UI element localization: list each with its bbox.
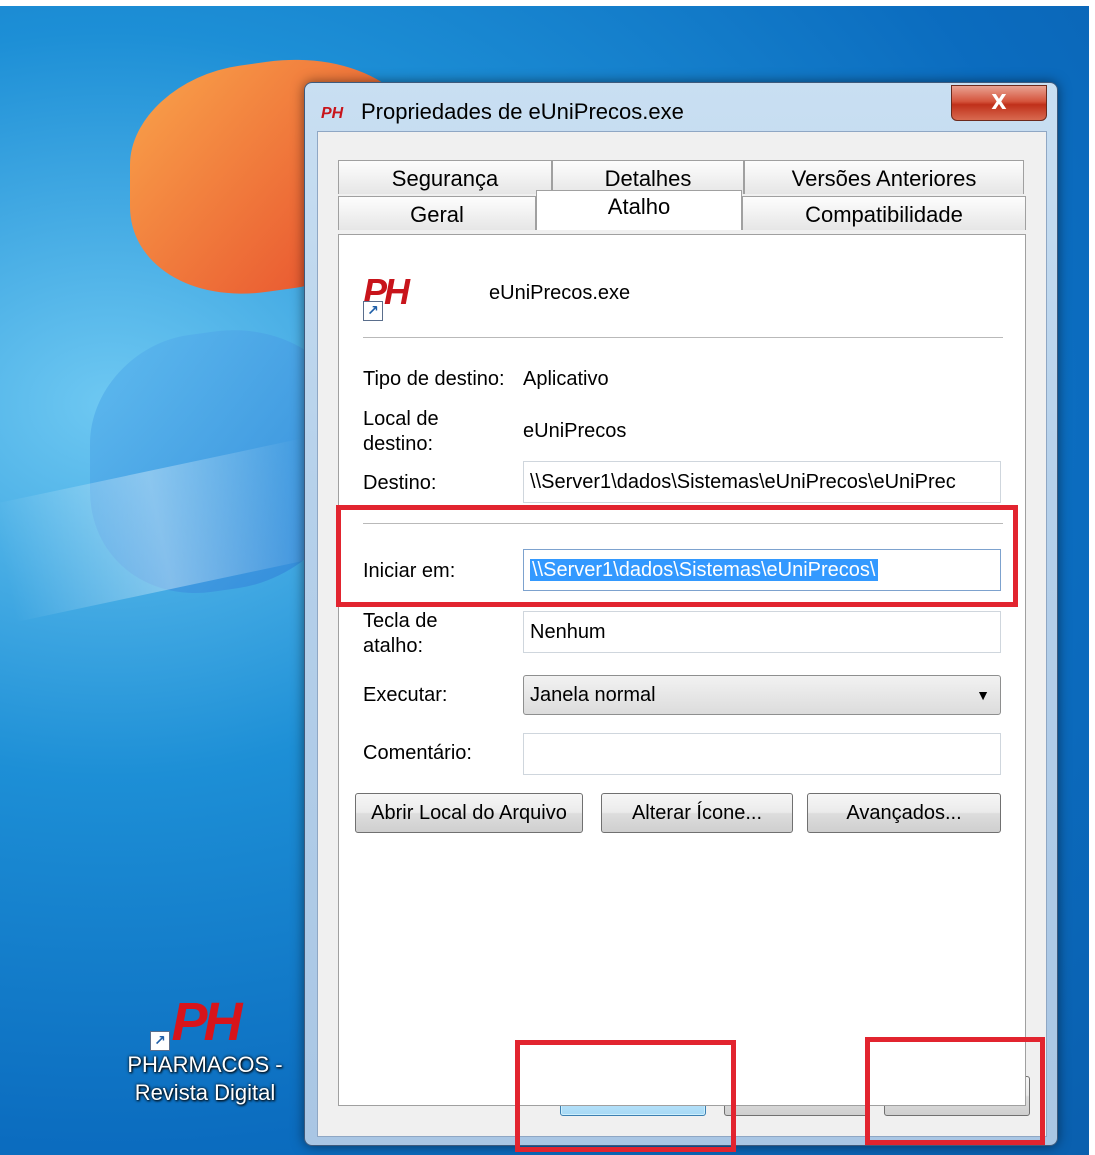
chevron-down-icon: ▼ bbox=[976, 687, 990, 703]
run-select-value: Janela normal bbox=[530, 684, 656, 706]
tab-atalho[interactable]: Atalho bbox=[536, 190, 742, 230]
run-select[interactable]: Janela normal ▼ bbox=[523, 675, 1001, 715]
tab-seguranca[interactable]: Segurança bbox=[338, 160, 552, 194]
desktop-icon-label-1: PHARMACOS - bbox=[127, 1052, 283, 1077]
close-button[interactable]: X bbox=[951, 85, 1047, 121]
hotkey-label-2: atalho: bbox=[363, 635, 424, 657]
screenshot-border-top bbox=[0, 0, 1095, 6]
divider bbox=[363, 337, 1003, 339]
dialog-client-area: Segurança Detalhes Versões Anteriores Ge… bbox=[317, 131, 1047, 1137]
comment-field[interactable] bbox=[523, 733, 1001, 775]
highlight-apply bbox=[865, 1037, 1045, 1145]
change-icon-button[interactable]: Alterar Ícone... bbox=[601, 793, 793, 833]
desktop-shortcut-pharmacos[interactable]: PH ↗ PHARMACOS - Revista Digital bbox=[110, 995, 300, 1107]
desktop-icon-label-2: Revista Digital bbox=[134, 1080, 276, 1105]
shortcut-arrow-icon: ↗ bbox=[150, 1031, 170, 1051]
hotkey-label-1: Tecla de bbox=[363, 610, 438, 632]
file-name: eUniPrecos.exe bbox=[489, 282, 631, 304]
run-label: Executar: bbox=[363, 684, 448, 706]
comment-label: Comentário: bbox=[363, 742, 472, 764]
shortcut-arrow-icon: ↗ bbox=[363, 301, 383, 321]
pharmacos-logo-icon: PH bbox=[171, 992, 242, 1052]
tab-geral[interactable]: Geral bbox=[338, 196, 536, 230]
target-type-value: Aplicativo bbox=[523, 368, 609, 390]
screenshot-border-right bbox=[1089, 0, 1095, 1155]
window-title: Propriedades de eUniPrecos.exe bbox=[361, 99, 684, 124]
tab-versoes-anteriores[interactable]: Versões Anteriores bbox=[744, 160, 1024, 194]
target-type-label: Tipo de destino: bbox=[363, 368, 505, 390]
open-file-location-button[interactable]: Abrir Local do Arquivo bbox=[355, 793, 583, 833]
target-label: Destino: bbox=[363, 472, 437, 494]
target-location-label-1: Local de bbox=[363, 408, 439, 430]
tab-detalhes[interactable]: Detalhes bbox=[552, 160, 744, 194]
target-location-value: eUniPrecos bbox=[523, 420, 627, 442]
properties-window: PH Propriedades de eUniPrecos.exe X Segu… bbox=[304, 82, 1058, 1146]
shortcut-tab-panel: PH ↗ eUniPrecos.exe Tipo de destino: Apl… bbox=[338, 234, 1026, 1106]
target-location-label-2: destino: bbox=[363, 433, 434, 455]
highlight-start-in bbox=[336, 505, 1018, 607]
hotkey-field[interactable]: Nenhum bbox=[523, 611, 1001, 653]
highlight-ok bbox=[515, 1040, 736, 1152]
app-file-icon: PH ↗ bbox=[363, 271, 433, 331]
target-field[interactable]: \\Server1\dados\Sistemas\eUniPrecos\eUni… bbox=[523, 461, 1001, 503]
advanced-button[interactable]: Avançados... bbox=[807, 793, 1001, 833]
app-title-icon: PH bbox=[321, 105, 344, 122]
tab-compatibilidade[interactable]: Compatibilidade bbox=[742, 196, 1026, 230]
